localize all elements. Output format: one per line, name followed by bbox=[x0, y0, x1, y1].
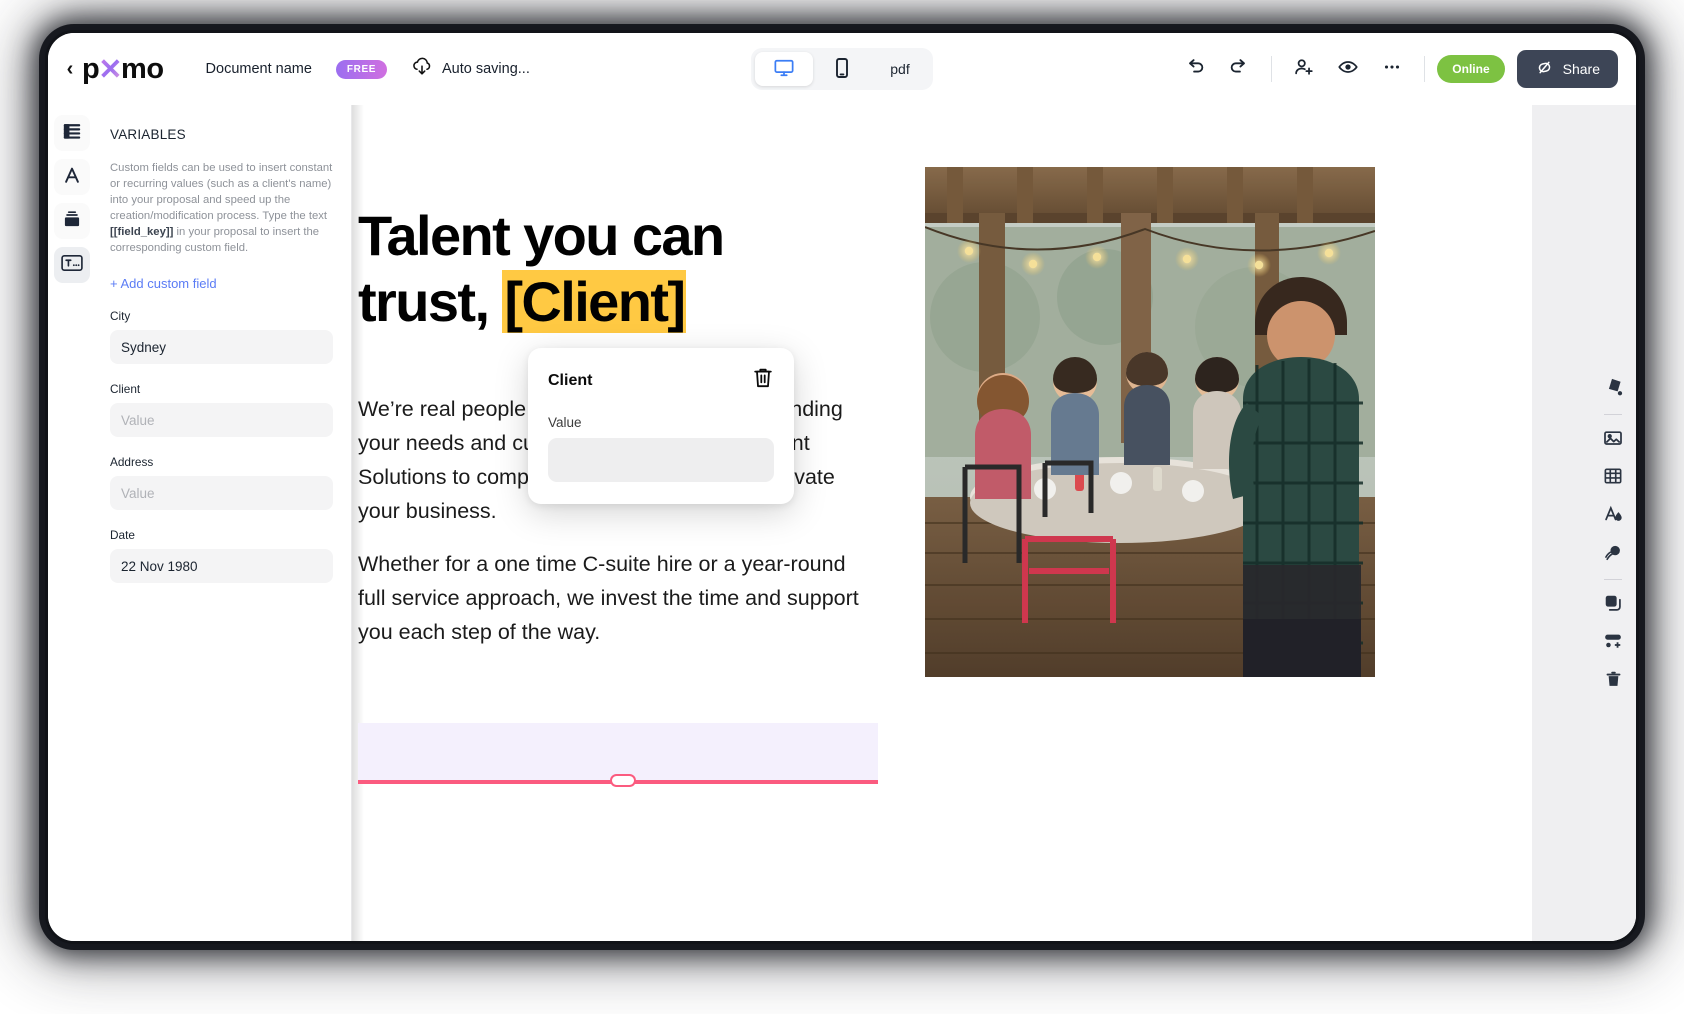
view-mode-desktop[interactable] bbox=[755, 52, 813, 86]
mobile-icon bbox=[834, 57, 850, 82]
trash-icon bbox=[752, 377, 774, 394]
share-label: Share bbox=[1563, 61, 1600, 77]
document-name[interactable]: Document name bbox=[206, 61, 312, 77]
heading-variable-token[interactable]: [Client] bbox=[502, 270, 686, 333]
more-options-button[interactable] bbox=[1372, 49, 1412, 89]
city-input[interactable] bbox=[110, 330, 333, 364]
layers-stack-icon bbox=[62, 209, 82, 234]
text-a-icon bbox=[62, 165, 82, 190]
desktop-icon bbox=[773, 58, 795, 81]
rail-divider bbox=[1604, 414, 1622, 415]
palette-icon bbox=[1603, 542, 1623, 567]
variable-field-city: City bbox=[110, 309, 333, 364]
rail-divider-2 bbox=[1604, 579, 1622, 580]
cloud-sync-icon bbox=[411, 57, 433, 81]
field-label: City bbox=[110, 309, 333, 323]
panel-description: Custom fields can be used to insert cons… bbox=[110, 160, 333, 256]
layout-list-icon bbox=[62, 121, 82, 146]
hero-image[interactable] bbox=[925, 167, 1375, 677]
popup-value-input[interactable] bbox=[548, 438, 774, 482]
fill-color-button[interactable] bbox=[1597, 373, 1629, 405]
variable-field-address: Address bbox=[110, 455, 333, 510]
paint-bucket-icon bbox=[1604, 377, 1623, 401]
insert-image-button[interactable] bbox=[1597, 424, 1629, 456]
autosave-status: Auto saving... bbox=[411, 57, 530, 81]
workspace: VARIABLES Custom fields can be used to i… bbox=[48, 105, 1636, 941]
back-button[interactable]: ‹ bbox=[60, 56, 80, 82]
popup-header: Client bbox=[548, 366, 774, 395]
popup-title: Client bbox=[548, 372, 592, 390]
variable-field-date: Date bbox=[110, 528, 333, 583]
add-block-button[interactable] bbox=[1597, 627, 1629, 659]
add-user-icon bbox=[1293, 56, 1315, 83]
view-mode-mobile[interactable] bbox=[813, 52, 871, 86]
variables-t-icon bbox=[61, 254, 83, 277]
field-label: Date bbox=[110, 528, 333, 542]
sidebar-item-typography[interactable] bbox=[54, 159, 90, 195]
online-status-badge[interactable]: Online bbox=[1437, 55, 1504, 83]
background-style-button[interactable] bbox=[1597, 538, 1629, 570]
hero-image-graphic bbox=[925, 167, 1375, 677]
popup-value-label: Value bbox=[548, 415, 774, 430]
variable-field-client: Client bbox=[110, 382, 333, 437]
plan-badge[interactable]: FREE bbox=[336, 60, 387, 79]
body-paragraph-2[interactable]: Whether for a one time C-suite hire or a… bbox=[358, 548, 878, 650]
text-color-icon bbox=[1603, 504, 1623, 529]
autosave-text: Auto saving... bbox=[442, 61, 530, 77]
redo-button[interactable] bbox=[1219, 49, 1259, 89]
delete-variable-button[interactable] bbox=[752, 366, 774, 395]
top-right-actions: Online Share bbox=[1175, 49, 1618, 89]
panel-description-part1: Custom fields can be used to insert cons… bbox=[110, 162, 332, 222]
top-toolbar: ‹ p ✕ mo Document name FREE Auto saving.… bbox=[48, 33, 1636, 105]
duplicate-block-button[interactable] bbox=[1597, 589, 1629, 621]
client-input[interactable] bbox=[110, 403, 333, 437]
logo-x-icon: ✕ bbox=[98, 52, 122, 87]
variables-panel: VARIABLES Custom fields can be used to i… bbox=[96, 105, 352, 941]
share-button[interactable]: Share bbox=[1517, 50, 1618, 88]
document-page: Talent you can trust, [Client] We’re rea… bbox=[352, 105, 1532, 941]
duplicate-icon bbox=[1603, 593, 1623, 618]
field-key-token: [[field_key]] bbox=[110, 226, 173, 238]
logo-text-right: mo bbox=[121, 53, 164, 86]
delete-block-button[interactable] bbox=[1597, 665, 1629, 697]
panel-title: VARIABLES bbox=[110, 127, 333, 142]
sidebar-item-brand-assets[interactable] bbox=[54, 203, 90, 239]
field-label: Address bbox=[110, 455, 333, 469]
add-custom-field-button[interactable]: + Add custom field bbox=[110, 276, 333, 291]
preview-button[interactable] bbox=[1328, 49, 1368, 89]
link-off-icon bbox=[1535, 58, 1554, 80]
toolbar-divider-2 bbox=[1424, 56, 1425, 82]
field-label: Client bbox=[110, 382, 333, 396]
add-block-icon bbox=[1603, 631, 1623, 656]
page-title[interactable]: Talent you can trust, [Client] bbox=[358, 203, 828, 335]
block-resize-handle[interactable] bbox=[610, 774, 636, 787]
table-icon bbox=[1603, 466, 1623, 491]
invite-user-button[interactable] bbox=[1284, 49, 1324, 89]
sidebar-item-content-blocks[interactable] bbox=[54, 115, 90, 151]
more-options-icon bbox=[1381, 56, 1403, 83]
document-canvas: Talent you can trust, [Client] We’re rea… bbox=[352, 105, 1636, 941]
toolbar-divider bbox=[1271, 56, 1272, 82]
view-mode-pdf[interactable]: pdf bbox=[871, 52, 929, 86]
screenshot-frame: ‹ p ✕ mo Document name FREE Auto saving.… bbox=[0, 0, 1684, 994]
sidebar-item-variables[interactable] bbox=[54, 247, 90, 283]
redo-icon bbox=[1228, 56, 1250, 83]
date-input[interactable] bbox=[110, 549, 333, 583]
text-color-button[interactable] bbox=[1597, 500, 1629, 532]
app-window: ‹ p ✕ mo Document name FREE Auto saving.… bbox=[48, 33, 1636, 941]
trash-icon bbox=[1604, 669, 1623, 694]
insert-table-button[interactable] bbox=[1597, 462, 1629, 494]
undo-button[interactable] bbox=[1175, 49, 1215, 89]
undo-icon bbox=[1184, 56, 1206, 83]
address-input[interactable] bbox=[110, 476, 333, 510]
app-logo[interactable]: p ✕ mo bbox=[82, 52, 164, 87]
left-icon-rail bbox=[48, 105, 96, 941]
right-tool-rail bbox=[1590, 105, 1636, 941]
eye-icon bbox=[1337, 56, 1359, 83]
logo-text-left: p bbox=[82, 53, 99, 86]
view-mode-switcher: pdf bbox=[751, 48, 933, 90]
content-block-placeholder[interactable] bbox=[358, 723, 878, 781]
image-icon bbox=[1603, 428, 1623, 453]
variable-edit-popup: Client Value bbox=[528, 348, 794, 504]
